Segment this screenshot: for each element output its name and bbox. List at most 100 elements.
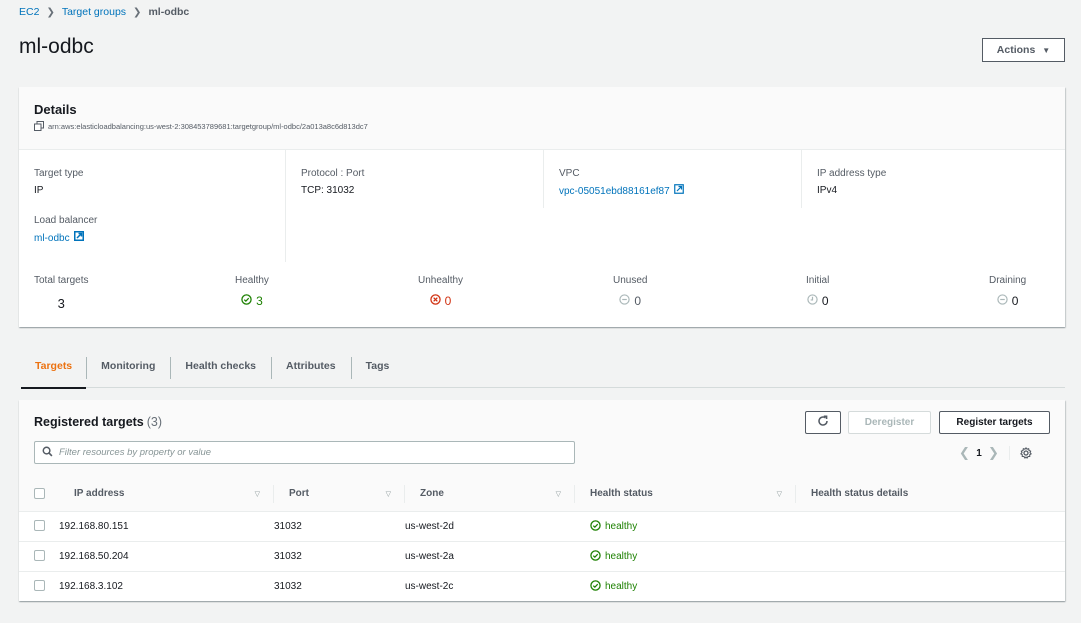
targets-title: Registered targets (3) xyxy=(34,415,163,429)
gear-icon[interactable] xyxy=(1020,447,1032,459)
cell-health-details xyxy=(796,511,1065,542)
cell-health-details xyxy=(796,572,1065,602)
cell-health: healthy xyxy=(575,511,796,542)
next-page-icon[interactable]: ❯ xyxy=(986,445,1001,461)
table-row: 192.168.80.151 31032 us-west-2d healthy xyxy=(19,511,1065,542)
row-checkbox[interactable] xyxy=(34,549,45,561)
details-col-protocol: Protocol : Port TCP: 31032 xyxy=(285,150,543,262)
details-header: Details arn:aws:elasticloadbalancing:us-… xyxy=(19,87,1065,150)
minus-circle-icon xyxy=(997,294,1008,308)
ip-type-value: IPv4 xyxy=(817,185,838,196)
cell-port: 31032 xyxy=(274,511,405,542)
cell-port: 31032 xyxy=(274,541,405,572)
actions-label: Actions xyxy=(996,44,1036,56)
tab-tags[interactable]: Tags xyxy=(350,355,405,388)
minus-circle-icon xyxy=(619,294,631,308)
column-zone[interactable]: Zone ▽ xyxy=(405,476,575,512)
target-type-label: Target type xyxy=(34,168,84,179)
target-counts: Total targets 3 Healthy 3 Unhealthy 0 Un… xyxy=(19,262,1065,327)
cell-zone: us-west-2a xyxy=(405,541,575,572)
sort-icon[interactable]: ▽ xyxy=(556,490,561,498)
targets-header: Registered targets (3) Deregister Registe… xyxy=(19,400,1065,476)
sort-icon[interactable]: ▽ xyxy=(386,490,391,498)
check-circle-icon xyxy=(590,549,601,564)
page-number[interactable]: 1 xyxy=(972,448,986,459)
tab-bar: Targets Monitoring Health checks Attribu… xyxy=(21,355,1065,389)
column-ip-address[interactable]: IP address ▽ xyxy=(59,476,274,512)
protocol-value: TCP: 31032 xyxy=(301,185,355,196)
details-panel: Details arn:aws:elasticloadbalancing:us-… xyxy=(19,87,1065,327)
row-checkbox[interactable] xyxy=(34,519,45,531)
search-icon xyxy=(42,446,53,460)
cell-ip: 192.168.80.151 xyxy=(59,511,274,542)
details-grid: Target type IP Load balancer ml-odbc Pro… xyxy=(19,150,1065,262)
sort-icon[interactable]: ▽ xyxy=(777,490,782,498)
cell-zone: us-west-2d xyxy=(405,511,575,542)
row-checkbox[interactable] xyxy=(34,579,45,591)
copy-icon[interactable] xyxy=(34,121,44,131)
check-circle-icon xyxy=(590,519,601,534)
table-header-row: IP address ▽ Port ▽ Zone ▽ Health status ▽ H… xyxy=(19,476,1065,512)
details-title: Details xyxy=(34,102,77,117)
column-health-status[interactable]: Health status ▽ xyxy=(575,476,796,512)
arn-row: arn:aws:elasticloadbalancing:us-west-2:3… xyxy=(34,121,1050,131)
vpc-link[interactable]: vpc-05051ebd88161ef87 xyxy=(559,185,670,198)
pagination: ❮ 1 ❯ xyxy=(957,445,1032,461)
breadcrumb-current: ml-odbc xyxy=(148,6,190,18)
page-title: ml-odbc xyxy=(19,35,94,58)
cell-health-details xyxy=(796,541,1065,572)
arn-text: arn:aws:elasticloadbalancing:us-west-2:3… xyxy=(48,121,368,131)
breadcrumb-ec2[interactable]: EC2 xyxy=(19,6,39,18)
column-port[interactable]: Port ▽ xyxy=(274,476,405,512)
column-health-status-details: Health status details xyxy=(796,476,1065,512)
breadcrumb-target-groups[interactable]: Target groups xyxy=(62,6,126,18)
count-draining: Draining 0 xyxy=(989,275,1027,308)
deregister-button[interactable]: Deregister xyxy=(848,411,931,434)
details-col-vpc: VPC vpc-05051ebd88161ef87 xyxy=(543,150,801,208)
actions-button[interactable]: Actions ▼ xyxy=(982,38,1065,62)
count-unhealthy: Unhealthy 0 xyxy=(418,275,464,308)
table-row: 192.168.3.102 31032 us-west-2c healthy xyxy=(19,572,1065,602)
pager-divider xyxy=(1009,446,1010,460)
filter-box xyxy=(34,441,575,464)
filter-input[interactable] xyxy=(59,447,574,458)
register-targets-button[interactable]: Register targets xyxy=(939,411,1050,434)
details-col-target-type: Target type IP Load balancer ml-odbc xyxy=(19,150,285,262)
chevron-right-icon: ❯ xyxy=(133,6,142,18)
cell-zone: us-west-2c xyxy=(405,581,454,593)
refresh-button[interactable] xyxy=(805,411,841,434)
table-row: 192.168.50.204 31032 us-west-2a healthy xyxy=(19,541,1065,572)
cell-health: healthy xyxy=(575,541,796,572)
check-circle-icon xyxy=(590,580,601,594)
external-link-icon xyxy=(73,231,84,245)
breadcrumb: EC2 ❯ Target groups ❯ ml-odbc xyxy=(19,6,189,18)
tab-monitoring[interactable]: Monitoring xyxy=(86,355,170,388)
previous-page-icon[interactable]: ❮ xyxy=(957,445,972,461)
vpc-label: VPC xyxy=(559,168,580,179)
target-type-value: IP xyxy=(34,185,44,196)
protocol-label: Protocol : Port xyxy=(301,168,365,179)
details-col-ip-type: IP address type IPv4 xyxy=(801,150,1065,208)
caret-down-icon: ▼ xyxy=(1042,45,1051,55)
load-balancer-label: Load balancer xyxy=(34,215,98,226)
tab-health-checks[interactable]: Health checks xyxy=(170,355,271,388)
count-initial: Initial 0 xyxy=(806,275,830,308)
select-all-checkbox[interactable] xyxy=(34,488,45,499)
ip-type-label: IP address type xyxy=(817,168,887,179)
clock-icon xyxy=(807,294,818,308)
cell-ip: 192.168.3.102 xyxy=(59,581,123,593)
tab-attributes[interactable]: Attributes xyxy=(271,355,351,388)
load-balancer-link[interactable]: ml-odbc xyxy=(34,232,70,245)
cell-ip: 192.168.50.204 xyxy=(59,541,274,572)
tab-targets[interactable]: Targets xyxy=(21,355,87,389)
external-link-icon xyxy=(673,184,684,198)
select-all-header xyxy=(19,476,59,512)
error-circle-icon xyxy=(429,294,441,308)
sort-icon[interactable]: ▽ xyxy=(255,490,260,498)
check-circle-icon xyxy=(241,294,252,308)
refresh-icon xyxy=(817,415,829,430)
count-unused: Unused 0 xyxy=(613,275,648,308)
registered-targets-panel: Registered targets (3) Deregister Registe… xyxy=(19,400,1065,601)
targets-table: IP address ▽ Port ▽ Zone ▽ Health status ▽ H… xyxy=(19,476,1065,602)
count-healthy: Healthy 3 xyxy=(235,275,269,308)
